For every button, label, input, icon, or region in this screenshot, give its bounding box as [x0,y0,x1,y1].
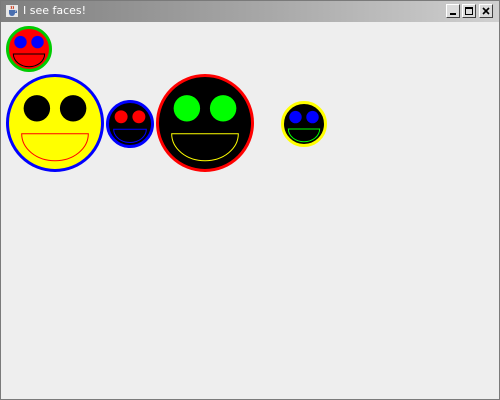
window-title: I see faces! [23,4,87,17]
face-left-eye [173,95,201,122]
face-black-yellow [281,101,327,147]
app-window: I see faces! [0,0,500,400]
face-left-eye [23,95,51,122]
face-left-eye [114,110,128,124]
close-icon [482,7,490,15]
face-black-blue [106,100,154,148]
minimize-button[interactable] [446,4,460,18]
face-black-red [156,74,254,172]
face-right-eye [209,95,237,122]
faces-drawing [6,26,327,172]
title-bar[interactable]: I see faces! [1,1,499,22]
face-right-eye [132,110,146,124]
maximize-icon [465,7,473,15]
close-button[interactable] [479,4,493,18]
face-left-eye [14,35,27,49]
face-right-eye [306,110,319,124]
face-yellow-large [6,74,104,172]
java-cup-icon [5,4,19,18]
minimize-icon [450,13,456,15]
face-right-eye [59,95,87,122]
face-left-eye [289,110,302,124]
drawing-canvas [5,22,497,397]
maximize-button[interactable] [462,4,476,18]
face-right-eye [31,35,44,49]
face-red-small [6,26,52,72]
